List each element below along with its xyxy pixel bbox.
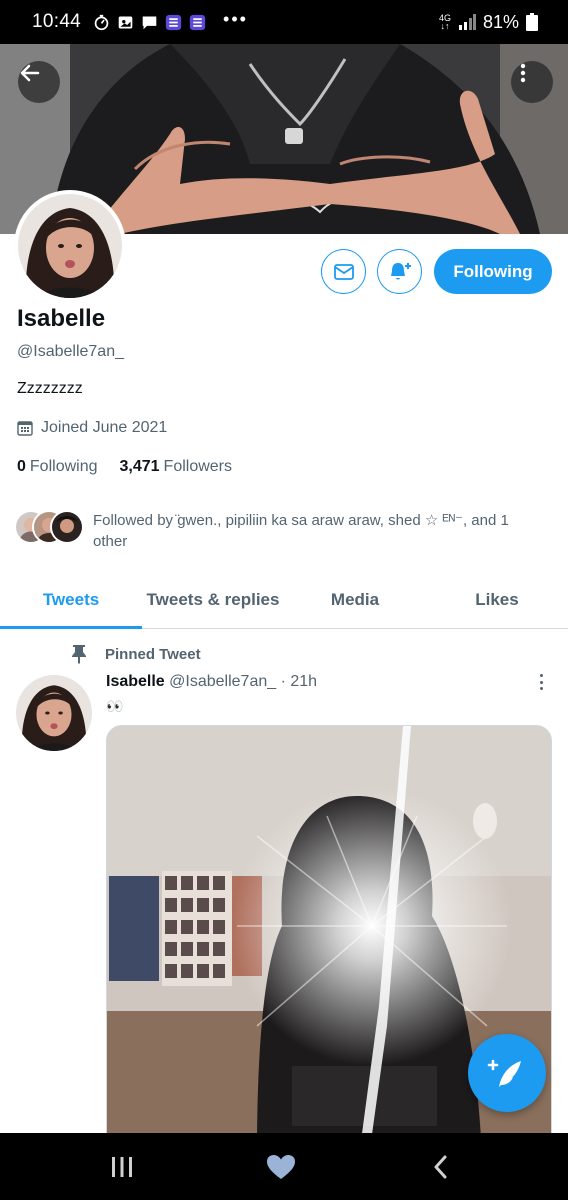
home-button[interactable] bbox=[266, 1153, 296, 1181]
back-button[interactable] bbox=[18, 61, 60, 103]
follow-counts: 0 Following 3,471 Followers bbox=[17, 458, 232, 476]
arrow-left-icon bbox=[20, 64, 40, 82]
pinned-tweet-label: Pinned Tweet bbox=[70, 644, 201, 664]
joined-date: Joined June 2021 bbox=[17, 419, 167, 437]
battery-percent: 81% bbox=[482, 11, 519, 32]
tab-tweets[interactable]: Tweets bbox=[0, 572, 142, 629]
more-dots-icon: ••• bbox=[223, 8, 248, 29]
feather-plus-icon bbox=[487, 1059, 521, 1087]
notification-icons: ••• bbox=[93, 9, 248, 31]
dot bbox=[539, 674, 543, 677]
tweet-author-avatar[interactable] bbox=[16, 675, 92, 751]
pinned-text: Pinned Tweet bbox=[105, 645, 201, 663]
tweet-header: Isabelle @Isabelle7an_ · 21h bbox=[106, 673, 317, 691]
list-icon bbox=[189, 14, 206, 30]
profile-handle: @Isabelle7an_ bbox=[17, 343, 124, 360]
tweet-time: · 21h bbox=[280, 673, 318, 690]
more-vertical-icon bbox=[520, 63, 526, 83]
followed-by-text: Followed by ̈gwen., pipiliin ka sa araw … bbox=[93, 512, 509, 550]
calendar-icon bbox=[17, 421, 33, 436]
profile-bio: Zzzzzzzz bbox=[17, 380, 83, 397]
mail-icon bbox=[333, 263, 354, 280]
following-button[interactable]: Following bbox=[434, 249, 552, 294]
avatar-image bbox=[16, 675, 92, 751]
chevron-left-icon bbox=[434, 1155, 447, 1179]
following-link[interactable]: 0 Following bbox=[17, 458, 98, 476]
profile-name: Isabelle bbox=[17, 305, 106, 332]
tweet-more-button[interactable] bbox=[532, 672, 550, 692]
avatar-image bbox=[18, 194, 122, 298]
tweet-author-handle: @Isabelle7an_ bbox=[169, 673, 277, 690]
network-type: 4G ↓↑ bbox=[438, 13, 451, 31]
followers-count: 3,471 bbox=[119, 458, 160, 475]
followers-label: Followers bbox=[163, 458, 233, 475]
status-right: 4G ↓↑ 81% bbox=[439, 12, 538, 33]
bell-plus-icon bbox=[390, 262, 411, 279]
list-icon bbox=[165, 14, 182, 30]
tweet-author-name[interactable]: Isabelle bbox=[106, 673, 165, 690]
signal-icon bbox=[458, 14, 476, 30]
avatar bbox=[50, 510, 84, 544]
status-bar: 10:44 ••• 4G ↓↑ 81% bbox=[0, 0, 568, 44]
more-options-button[interactable] bbox=[511, 61, 553, 103]
recent-apps-button[interactable] bbox=[107, 1153, 137, 1181]
pin-icon bbox=[72, 645, 86, 664]
profile-avatar[interactable] bbox=[14, 190, 126, 302]
joined-text: Joined June 2021 bbox=[41, 419, 168, 436]
photo-icon bbox=[118, 16, 133, 28]
status-time: 10:44 bbox=[32, 11, 82, 32]
battery-icon bbox=[526, 13, 538, 31]
followers-link[interactable]: 3,471 Followers bbox=[120, 458, 233, 476]
followed-by[interactable]: Followed by ̈gwen., pipiliin ka sa araw … bbox=[14, 508, 554, 552]
message-button[interactable] bbox=[321, 249, 366, 294]
compose-tweet-button[interactable] bbox=[468, 1034, 546, 1112]
message-icon bbox=[142, 16, 157, 29]
system-navigation-bar bbox=[0, 1133, 568, 1200]
profile-tabs: Tweets Tweets & replies Media Likes bbox=[0, 572, 568, 629]
tweet-text: 👀 bbox=[106, 698, 124, 714]
following-count: 0 bbox=[17, 458, 26, 475]
dot bbox=[539, 680, 543, 684]
dot bbox=[539, 687, 543, 690]
tab-media[interactable]: Media bbox=[284, 572, 426, 628]
recent-apps-icon bbox=[112, 1157, 132, 1177]
followers-you-know-avatars bbox=[14, 510, 86, 546]
back-nav-button[interactable] bbox=[426, 1153, 456, 1181]
following-label: Following bbox=[29, 458, 98, 475]
tab-likes[interactable]: Likes bbox=[426, 572, 568, 628]
timer-icon bbox=[94, 14, 109, 30]
notifications-button[interactable] bbox=[377, 249, 422, 294]
tab-tweets-and-replies[interactable]: Tweets & replies bbox=[142, 572, 284, 628]
heart-icon bbox=[267, 1155, 295, 1179]
